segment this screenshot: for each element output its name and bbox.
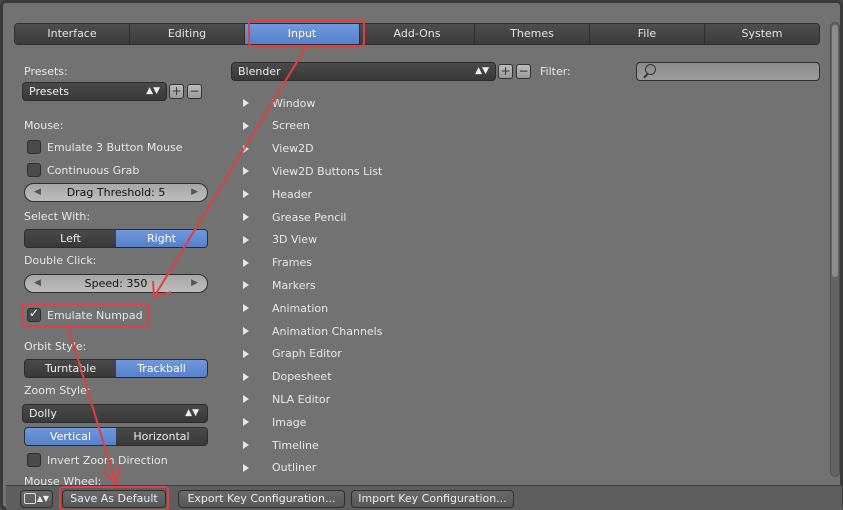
preferences-window: Interface Editing Input Add-Ons Themes F…: [0, 0, 843, 510]
arrow-to-save-default: [67, 326, 117, 484]
arrow-to-emulate-numpad: [153, 46, 307, 298]
annotation-arrows: [67, 46, 307, 485]
